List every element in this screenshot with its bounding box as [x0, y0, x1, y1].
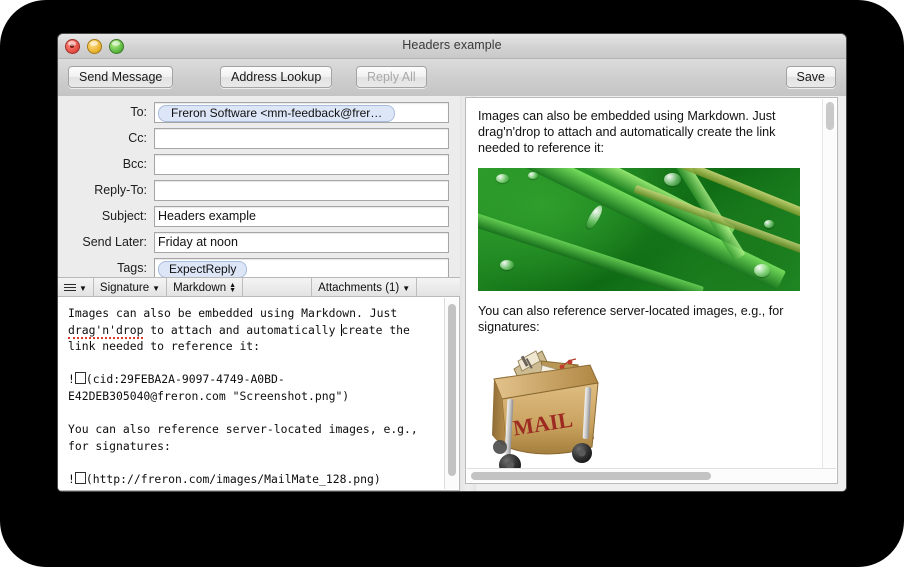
subject-field[interactable]: Headers example	[154, 206, 449, 227]
chevron-down-icon: ▼	[152, 285, 160, 293]
to-field[interactable]: Freron Software <mm-feedback@frer…	[154, 102, 449, 123]
md-image-1: (cid:29FEBA2A-9097-4749-A0BD- E42DEB3050…	[68, 372, 349, 403]
hamburger-icon	[64, 282, 76, 293]
header-row-reply-to: Reply-To:	[58, 179, 460, 201]
md-image-2-prefix: !	[68, 472, 75, 486]
up-down-chevron-icon: ▲▼	[229, 283, 236, 293]
body-menu-button[interactable]: ▼	[58, 278, 94, 297]
format-label: Markdown	[173, 282, 226, 294]
image-placeholder-icon	[75, 372, 86, 384]
header-row-to: To: Freron Software <mm-feedback@frer…	[58, 101, 460, 123]
label-send-later: Send Later:	[58, 235, 154, 249]
mail-cart-svg: MAIL	[486, 343, 616, 469]
misspelled-word: drag'n'drop	[68, 323, 143, 339]
compose-window: Headers example Send Message Address Loo…	[57, 33, 847, 492]
header-fields: To: Freron Software <mm-feedback@frer… C…	[58, 96, 460, 277]
body-bar-spacer	[243, 278, 312, 297]
preview-paragraph-1: Images can also be embedded using Markdo…	[478, 108, 811, 156]
label-bcc: Bcc:	[58, 157, 154, 171]
chevron-down-icon: ▼	[79, 285, 87, 293]
signature-popup[interactable]: Signature ▼	[94, 278, 167, 297]
format-popup[interactable]: Markdown ▲▼	[167, 278, 243, 297]
scrollbar-thumb[interactable]	[448, 304, 456, 476]
label-reply-to: Reply-To:	[58, 183, 154, 197]
compose-pane: To: Freron Software <mm-feedback@frer… C…	[58, 96, 460, 491]
bcc-field[interactable]	[154, 154, 449, 175]
body-line-1b: to attach and automatically	[143, 323, 342, 337]
label-to: To:	[58, 105, 154, 119]
preview-paragraph-2: You can also reference server-located im…	[478, 303, 811, 335]
send-message-button[interactable]: Send Message	[68, 66, 173, 88]
window-content: To: Freron Software <mm-feedback@frer… C…	[58, 96, 846, 491]
window-toolbar: Send Message Address Lookup Reply All Sa…	[58, 59, 846, 97]
reply-all-button[interactable]: Reply All	[356, 66, 427, 88]
label-cc: Cc:	[58, 131, 154, 145]
tag-token[interactable]: ExpectReply	[158, 261, 247, 278]
body-bar-filler	[417, 278, 460, 297]
screen: Headers example Send Message Address Loo…	[0, 0, 904, 567]
preview-vertical-scrollbar[interactable]	[822, 99, 836, 469]
message-body-content: Images can also be embedded using Markdo…	[58, 297, 459, 491]
preview-content: Images can also be embedded using Markdo…	[466, 98, 823, 469]
scrollbar-thumb[interactable]	[826, 102, 834, 130]
chevron-down-icon: ▼	[402, 285, 410, 293]
body-vertical-scrollbar[interactable]	[444, 298, 458, 489]
window-title: Headers example	[58, 38, 846, 52]
attachments-label: Attachments (1)	[318, 282, 399, 294]
scrollbar-thumb[interactable]	[471, 472, 711, 480]
header-row-subject: Subject: Headers example	[58, 205, 460, 227]
window-titlebar[interactable]: Headers example	[58, 34, 846, 59]
message-body-editor[interactable]: Images can also be embedded using Markdo…	[58, 296, 460, 491]
address-lookup-button[interactable]: Address Lookup	[220, 66, 332, 88]
recipient-token[interactable]: Freron Software <mm-feedback@frer…	[158, 105, 395, 122]
header-row-send-later: Send Later: Friday at noon	[58, 231, 460, 253]
mail-cart-icon: MAIL	[486, 343, 616, 469]
grass-photo	[478, 168, 800, 291]
save-button[interactable]: Save	[786, 66, 837, 88]
header-row-bcc: Bcc:	[58, 153, 460, 175]
body-options-bar: ▼ Signature ▼ Markdown ▲▼ Attachments (1…	[58, 277, 460, 298]
preview-pane: Images can also be embedded using Markdo…	[465, 97, 838, 484]
reply-to-field[interactable]	[154, 180, 449, 201]
md-image-2: (http://freron.com/images/MailMate_128.p…	[86, 472, 381, 486]
send-later-field[interactable]: Friday at noon	[154, 232, 449, 253]
preview-horizontal-scrollbar[interactable]	[467, 468, 836, 482]
header-row-cc: Cc:	[58, 127, 460, 149]
tags-field[interactable]: ExpectReply	[154, 258, 449, 279]
attachments-popup[interactable]: Attachments (1) ▼	[312, 278, 417, 297]
image-placeholder-icon	[75, 472, 86, 484]
md-image-1-prefix: !	[68, 372, 75, 386]
cc-field[interactable]	[154, 128, 449, 149]
body-paragraph-2: You can also reference server-located im…	[68, 422, 418, 453]
label-subject: Subject:	[58, 209, 154, 223]
body-line-1: Images can also be embedded using Markdo…	[68, 306, 397, 320]
label-tags: Tags:	[58, 261, 154, 275]
signature-label: Signature	[100, 282, 149, 294]
header-row-tags: Tags: ExpectReply	[58, 257, 460, 279]
